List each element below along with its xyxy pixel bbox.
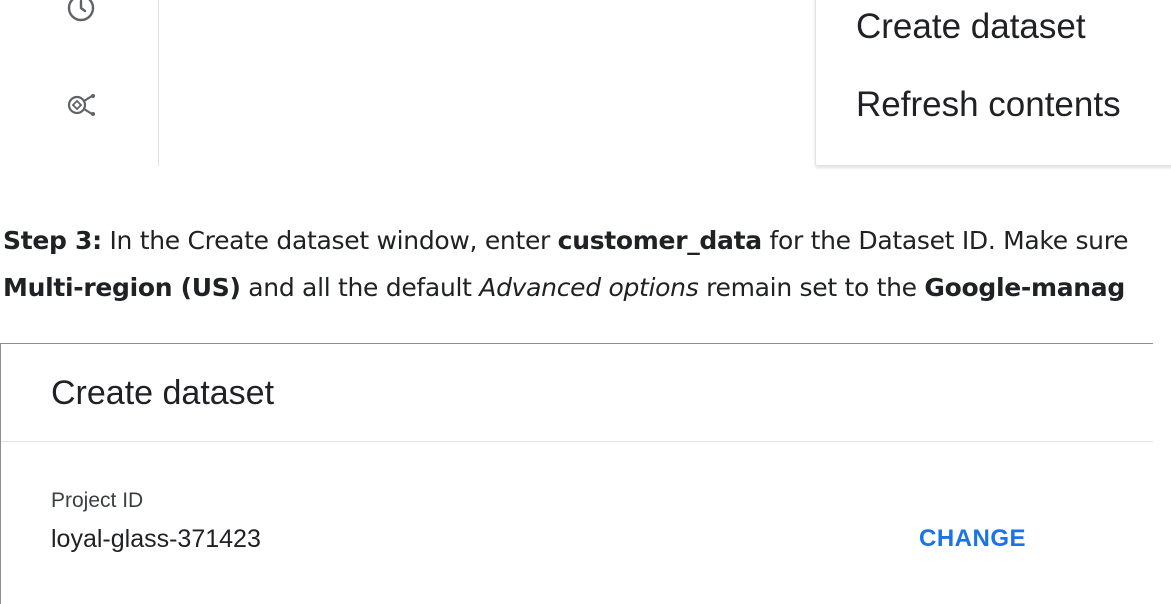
divider [1, 441, 1153, 442]
menu-item-create-dataset[interactable]: Create dataset [856, 7, 1086, 47]
instruction-text: and all the default [240, 273, 480, 302]
menu-item-refresh-contents[interactable]: Refresh contents [856, 85, 1121, 125]
change-project-button[interactable]: CHANGE [919, 525, 1026, 553]
instruction-text: remain set to the [698, 273, 925, 302]
project-id-value: loyal-glass-371423 [51, 525, 261, 553]
history-icon[interactable] [64, 0, 98, 25]
create-dataset-dialog: Create dataset Project ID loyal-glass-37… [0, 343, 1153, 604]
instruction-text: for the Dataset ID. Make sure [761, 226, 1129, 255]
instruction-line-2: Multi-region (US) and all the default Ad… [3, 272, 1125, 304]
dataset-id-emphasis: customer_data [557, 226, 762, 255]
encryption-emphasis: Google-manag [924, 273, 1125, 302]
instruction-text: In the Create dataset window, enter [101, 226, 558, 255]
project-id-label: Project ID [51, 489, 144, 512]
analytics-hub-icon[interactable] [64, 88, 98, 122]
location-emphasis: Multi-region (US) [3, 273, 241, 302]
context-menu: Create dataset Refresh contents [815, 0, 1171, 166]
instruction-line-1: Step 3: In the Create dataset window, en… [3, 225, 1129, 257]
dialog-title: Create dataset [51, 374, 275, 412]
nav-rail [0, 0, 159, 166]
step-label: Step 3: [3, 226, 102, 255]
advanced-options-emphasis: Advanced options [479, 273, 699, 302]
